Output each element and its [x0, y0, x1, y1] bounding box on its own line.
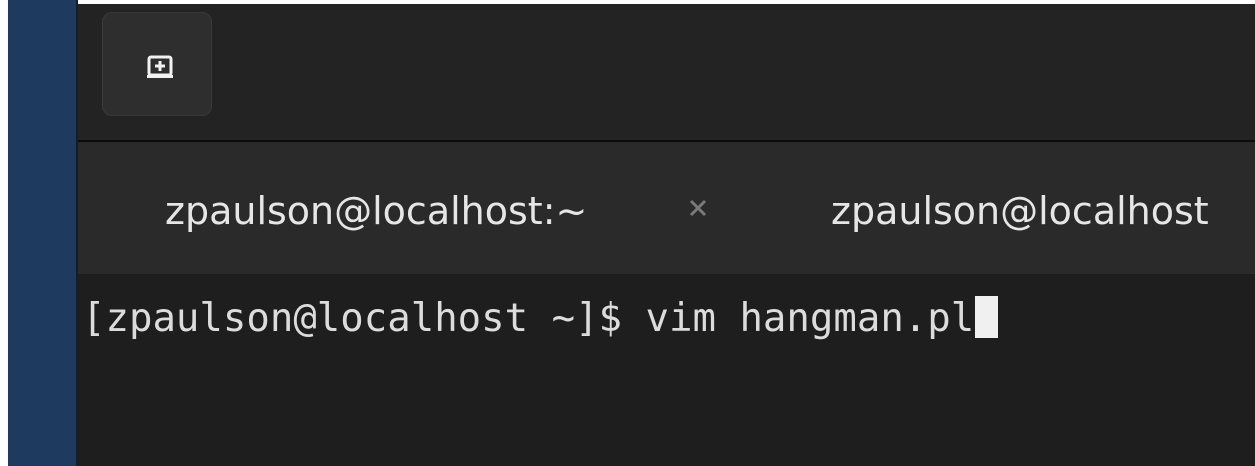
close-icon[interactable] [686, 196, 710, 220]
text-cursor [975, 296, 999, 338]
tab-2-title[interactable]: zpaulson@localhost [831, 192, 1209, 230]
tab-bar: zpaulson@localhost:~ zpaulson@localhost [78, 142, 1255, 274]
screen: zpaulson@localhost:~ zpaulson@localhost … [0, 0, 1255, 466]
typed-command: vim hangman.pl [645, 296, 975, 341]
shell-prompt: [zpaulson@localhost ~]$ [82, 296, 646, 341]
terminal-area[interactable]: [zpaulson@localhost ~]$ vim hangman.pl [78, 274, 1255, 466]
new-tab-icon [147, 55, 173, 79]
terminal-window: zpaulson@localhost:~ zpaulson@localhost … [78, 4, 1255, 466]
headerbar [78, 4, 1255, 142]
new-tab-button[interactable] [102, 12, 212, 116]
tab-1-title[interactable]: zpaulson@localhost:~ [165, 192, 587, 230]
terminal-line: [zpaulson@localhost ~]$ vim hangman.pl [82, 296, 999, 341]
desktop-edge [8, 0, 78, 466]
